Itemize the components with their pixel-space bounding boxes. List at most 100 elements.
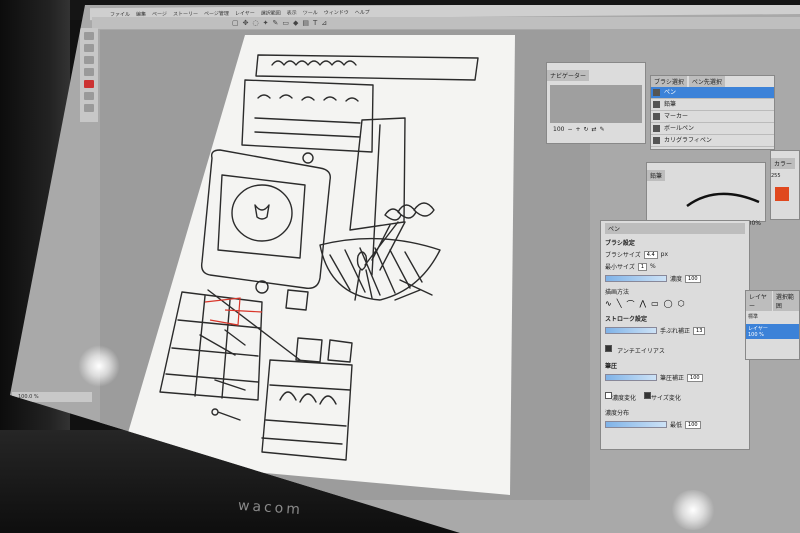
tab-color[interactable]: カラー [771, 158, 796, 169]
sketch-upper-lines [254, 117, 361, 138]
freehand-icon[interactable]: ∿ [605, 299, 612, 310]
brush-size-unit: px [660, 251, 669, 258]
pen-header: ペン [605, 223, 745, 234]
antialias-checkbox[interactable] [605, 345, 612, 352]
size-change-label: サイズ変化 [651, 395, 681, 402]
pressure-title: 筆圧 [605, 363, 618, 370]
navigator-preview[interactable] [550, 85, 642, 123]
density-dist-row: 最低 100 [605, 420, 745, 429]
sketch-red-mark-1 [204, 297, 241, 326]
density-field[interactable]: 100 [685, 274, 701, 283]
calligraphy-brush-icon [653, 137, 660, 144]
correction-label: 手ぶれ補正 [660, 328, 691, 335]
layer-opacity: 100 % [748, 332, 764, 338]
pressure-options: 濃度変化 サイズ変化 [605, 385, 745, 404]
curve-icon[interactable]: ⌒ [627, 299, 635, 310]
antialias-label: アンチエイリアス [617, 348, 665, 355]
correction-field[interactable]: 13 [693, 326, 706, 335]
brush-item-label: カリグラフィペン [664, 137, 712, 144]
polygon-icon[interactable]: ⬡ [678, 299, 685, 310]
tab-layer[interactable]: レイヤー [746, 291, 772, 311]
line-icon[interactable]: ╲ [617, 299, 622, 310]
color-value[interactable]: 255 [771, 173, 799, 179]
min-size-unit: % [650, 263, 656, 270]
rect-icon[interactable]: ▭ [651, 299, 659, 310]
sketch-pointer-lines [364, 221, 406, 271]
brush-item-label: ボールペン [664, 125, 695, 132]
min-size-field[interactable]: 1 [637, 262, 648, 271]
pen-brush-icon [653, 89, 660, 96]
blend-mode[interactable]: 標準 [748, 313, 797, 320]
density-change-label: 濃度変化 [612, 395, 637, 402]
antialias-row: アンチエイリアス [605, 338, 745, 357]
brush-size-field[interactable]: 4.4 [643, 250, 658, 259]
ellipse-icon[interactable]: ◯ [664, 299, 673, 310]
density-slider[interactable] [605, 275, 667, 282]
tab-pencil[interactable]: 鉛筆 [647, 170, 666, 181]
layer-row[interactable]: レイヤー 100 % [746, 324, 799, 339]
pressure-correction-field[interactable]: 100 [687, 373, 703, 382]
tab-pen-tip[interactable]: ペン先選択 [688, 76, 725, 87]
polyline-icon[interactable]: ⋀ [640, 299, 647, 310]
sketch-emblem [254, 204, 270, 220]
navigator-tab[interactable]: ナビゲーター [547, 70, 590, 81]
brush-item-pen[interactable]: ペン [651, 87, 774, 99]
shape-tools: ∿ ╲ ⌒ ⋀ ▭ ◯ ⬡ [605, 299, 745, 310]
screen-glare-left [78, 345, 120, 387]
brush-item-ballpen[interactable]: ボールペン [651, 123, 774, 135]
brush-item-label: マーカー [664, 113, 689, 120]
brush-item-pencil[interactable]: 鉛筆 [651, 99, 774, 111]
sketch-circle [231, 184, 293, 242]
pressure-correction-label: 筆圧補正 [660, 375, 685, 382]
pencil-brush-icon [653, 101, 660, 108]
color-swatch[interactable] [775, 187, 789, 201]
draw-method-label: 描画方法 [605, 289, 630, 296]
rotate-icon[interactable]: ↻ [584, 126, 589, 133]
sketch-rounded-square [200, 149, 331, 289]
brush-tabs: ブラシ選択 ペン先選択 [651, 76, 774, 87]
sketch-lower-box [261, 359, 353, 461]
zoom-out-icon[interactable]: − [567, 126, 572, 133]
tab-selection[interactable]: 選択範囲 [772, 291, 799, 311]
sketch-lower-arcs [279, 391, 337, 405]
density-dist-label: 濃度分布 [605, 410, 630, 417]
flip-icon[interactable]: ⇄ [592, 126, 597, 133]
brush-item-marker[interactable]: マーカー [651, 111, 774, 123]
density-row: 濃度 100 [605, 274, 745, 283]
sketch-small-box-2 [295, 337, 323, 363]
min-size-row: 最小サイズ 1 % [605, 262, 745, 271]
sketch-small-circle [302, 152, 314, 164]
navigator-panel: ナビゲーター 100 − + ↻ ⇄ ✎ [546, 62, 646, 144]
density-dist-field[interactable]: 100 [685, 420, 701, 429]
density-dist-slider[interactable] [605, 421, 667, 428]
sketch-speech-bubbles [384, 202, 435, 221]
sketch-top-banner [255, 54, 479, 81]
brush-size-row: ブラシサイズ 4.4 px [605, 250, 745, 259]
sketch-upper-box [241, 79, 374, 153]
zoom-in-icon[interactable]: + [575, 126, 580, 133]
sketch-upper-arcs [257, 94, 359, 102]
zoom-value[interactable]: 100 [553, 126, 564, 133]
ballpen-brush-icon [653, 125, 660, 132]
density-change-checkbox[interactable] [605, 392, 612, 399]
navigator-controls: 100 − + ↻ ⇄ ✎ [547, 126, 645, 133]
sketch-grid-panel [159, 291, 263, 401]
brush-size-label: ブラシサイズ [605, 252, 641, 259]
size-change-checkbox[interactable] [644, 392, 652, 399]
sketch-banner-scallops [271, 60, 357, 66]
brush-item-calligraphy[interactable]: カリグラフィペン [651, 135, 774, 147]
color-panel: カラー 255 [770, 150, 800, 220]
sketch-small-box-3 [327, 339, 353, 363]
marker-brush-icon [653, 113, 660, 120]
density-label: 濃度 [670, 276, 683, 283]
tab-brush-select[interactable]: ブラシ選択 [651, 76, 687, 87]
density-dist-min: 最低 [670, 422, 683, 429]
pressure-slider[interactable] [605, 374, 657, 381]
correction-row: 手ぶれ補正 13 [605, 326, 745, 335]
brush-settings-title: ブラシ設定 [605, 240, 635, 247]
eyedropper-icon[interactable]: ✎ [600, 126, 605, 133]
correction-slider[interactable] [605, 327, 657, 334]
layer-panel: レイヤー 選択範囲 標準 レイヤー 100 % [745, 290, 800, 360]
brush-preview-panel: 鉛筆 0% 100% [646, 162, 766, 227]
sketch-red-mark-2 [224, 309, 263, 313]
